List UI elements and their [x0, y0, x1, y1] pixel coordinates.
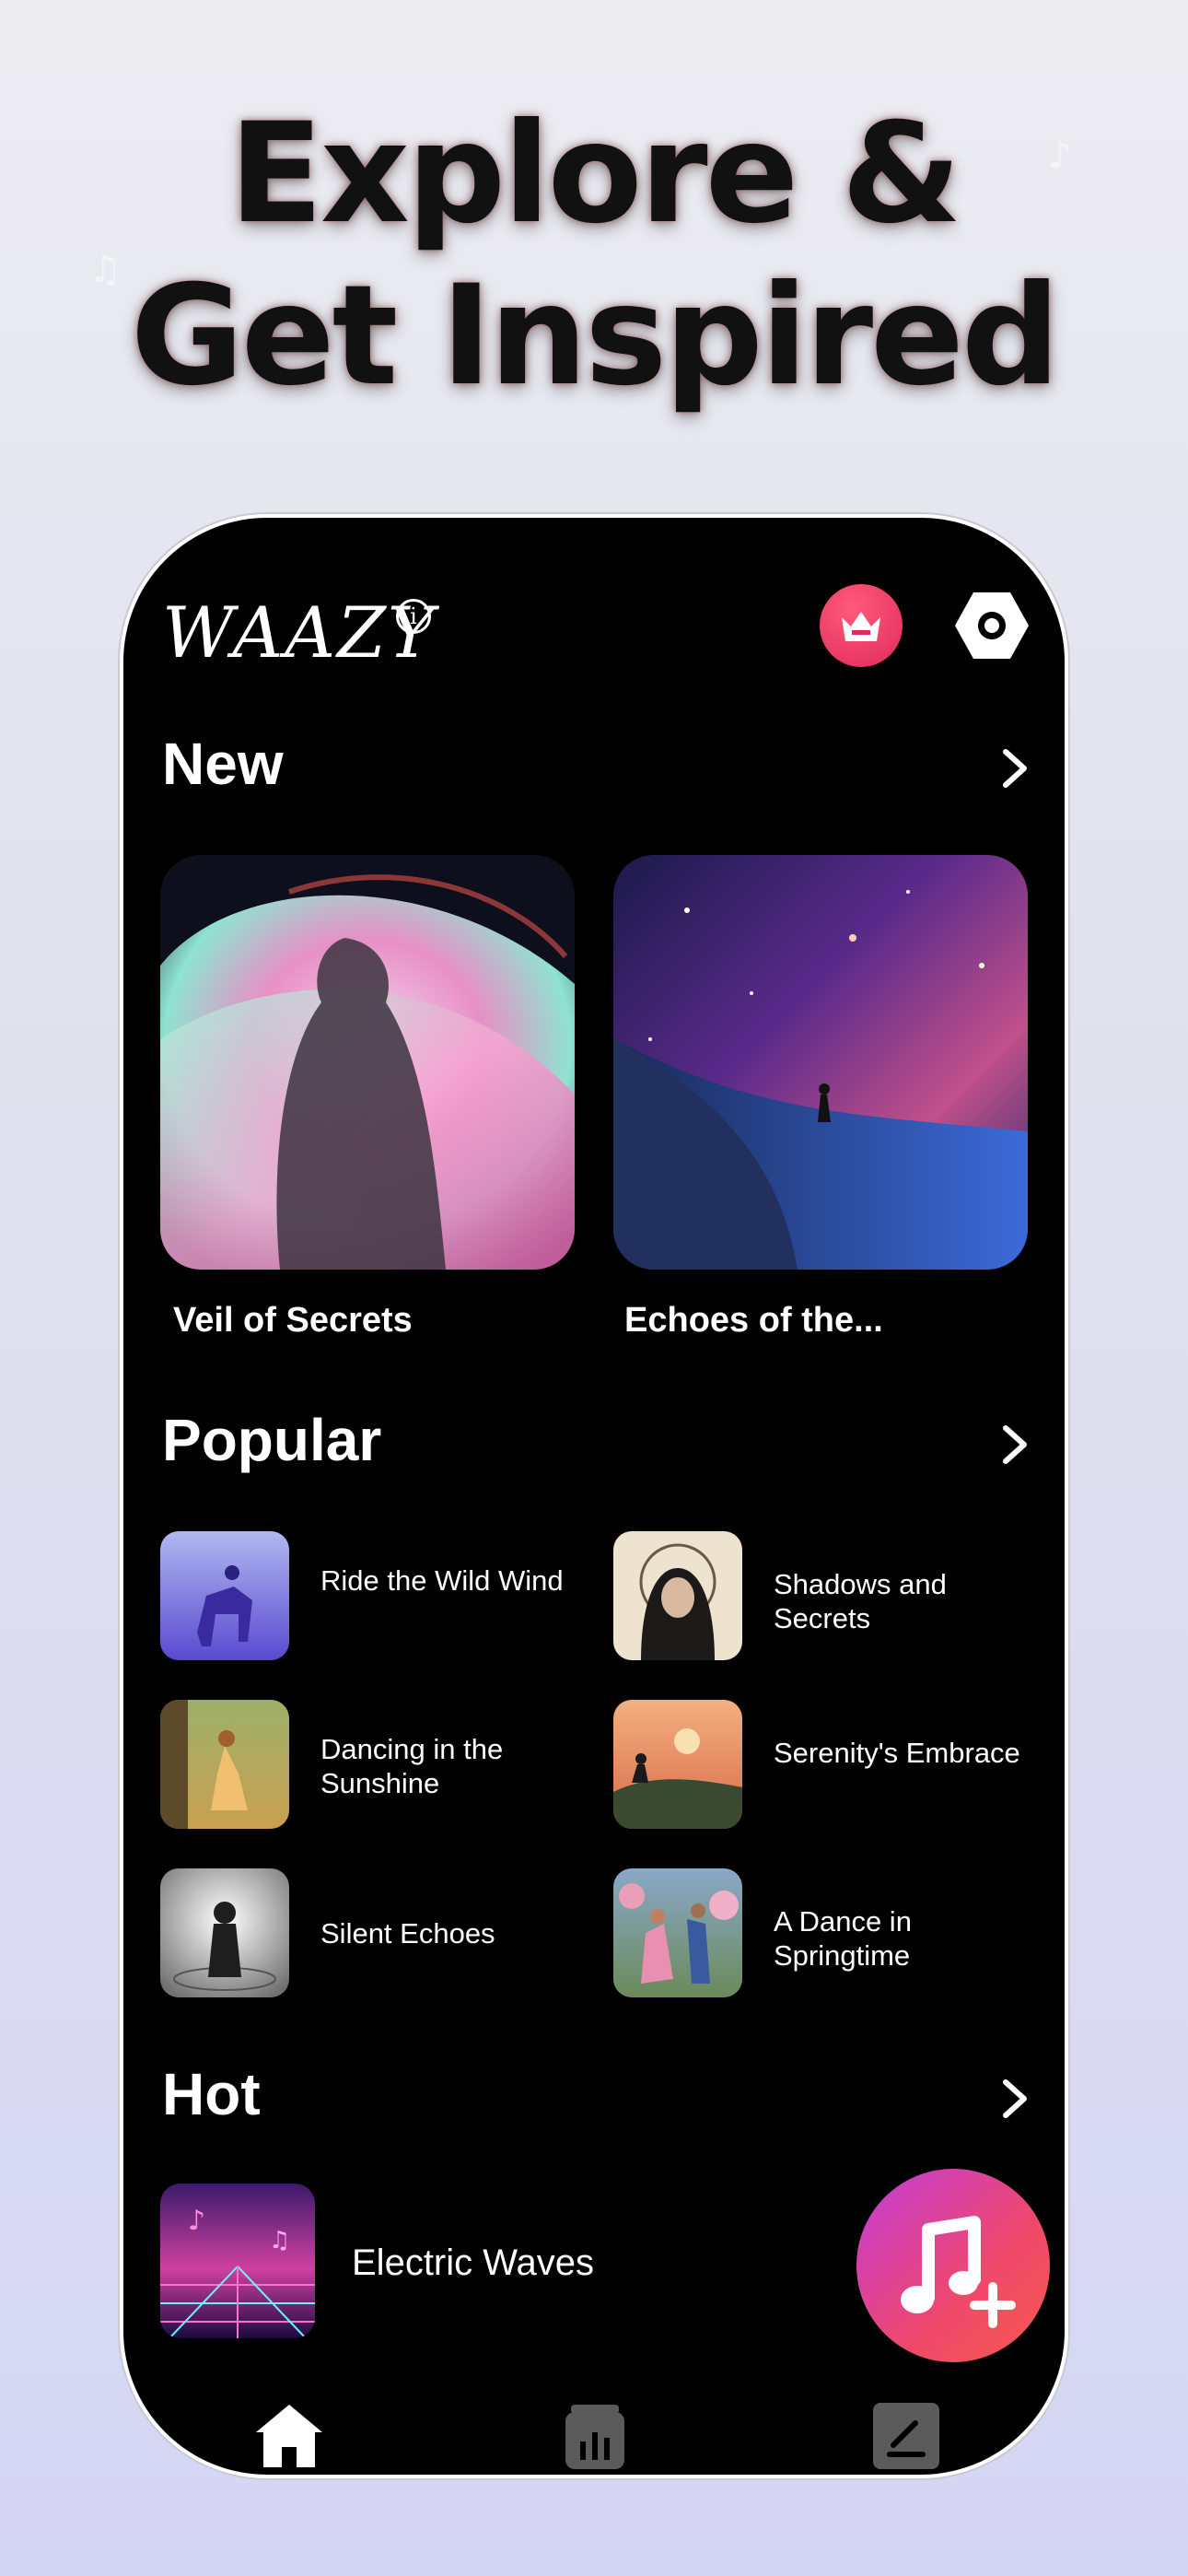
- popular-item-title: Serenity's Embrace: [774, 1737, 1020, 1769]
- popular-item-title: Dancing in the Sunshine: [320, 1733, 504, 1799]
- popular-item-title: Ride the Wild Wind: [320, 1564, 564, 1597]
- premium-button[interactable]: [820, 584, 903, 667]
- app-logo: WAAZY: [162, 591, 437, 673]
- music-add-icon: [901, 2216, 1016, 2328]
- chevron-right-icon[interactable]: [998, 746, 1031, 790]
- settings-button[interactable]: [952, 586, 1031, 665]
- popular-item-title: Shadows and Secrets: [774, 1568, 947, 1634]
- card-title: Echoes of the...: [624, 1301, 883, 1340]
- phone-screen: WAAZY i New Veil of Secrets Echoes of th…: [120, 514, 1068, 2478]
- section-title-popular: Popular: [162, 1407, 382, 1473]
- thumb-a-dance-in-springtime[interactable]: [613, 1868, 742, 1997]
- chevron-right-icon[interactable]: [998, 2077, 1031, 2121]
- svg-text:♫: ♫: [269, 2227, 290, 2254]
- thumb-electric-waves[interactable]: ♪ ♫: [160, 2184, 315, 2338]
- thumb-serenitys-embrace[interactable]: [613, 1700, 742, 1829]
- thumb-ride-the-wild-wind[interactable]: [160, 1531, 289, 1660]
- music-note-decoration-icon: ♫: [88, 249, 122, 291]
- settings-icon: [955, 592, 1029, 659]
- headline-line-1: Explore &: [228, 94, 962, 254]
- thumb-dancing-in-the-sunshine[interactable]: [160, 1700, 289, 1829]
- tab-edit[interactable]: [869, 2399, 943, 2473]
- create-song-button[interactable]: [856, 2169, 1050, 2362]
- thumb-silent-echoes[interactable]: [160, 1868, 289, 1997]
- section-title-new: New: [162, 731, 284, 797]
- thumb-shadows-and-secrets[interactable]: [613, 1531, 742, 1660]
- edit-icon: [873, 2403, 939, 2469]
- svg-text:♪: ♪: [188, 2205, 205, 2237]
- crown-icon: [842, 612, 880, 641]
- card-image-echoes[interactable]: [613, 855, 1028, 1270]
- section-title-hot: Hot: [162, 2061, 261, 2127]
- card-image-veil-of-secrets[interactable]: [160, 855, 575, 1270]
- chevron-right-icon[interactable]: [998, 1423, 1031, 1467]
- music-note-decoration-icon: ♪: [1048, 135, 1072, 177]
- home-icon: [256, 2405, 322, 2467]
- card-title: Veil of Secrets: [173, 1301, 413, 1340]
- tab-charts[interactable]: [558, 2399, 632, 2473]
- headline-line-2: Get Inspired: [130, 256, 1061, 416]
- popular-item-title: A Dance in Springtime: [774, 1905, 912, 1972]
- chart-icon: [565, 2405, 624, 2469]
- tab-home[interactable]: [252, 2399, 326, 2473]
- popular-item-title: Silent Echoes: [320, 1917, 495, 1950]
- info-icon[interactable]: i: [396, 599, 431, 634]
- hot-item-title: Electric Waves: [352, 2242, 595, 2283]
